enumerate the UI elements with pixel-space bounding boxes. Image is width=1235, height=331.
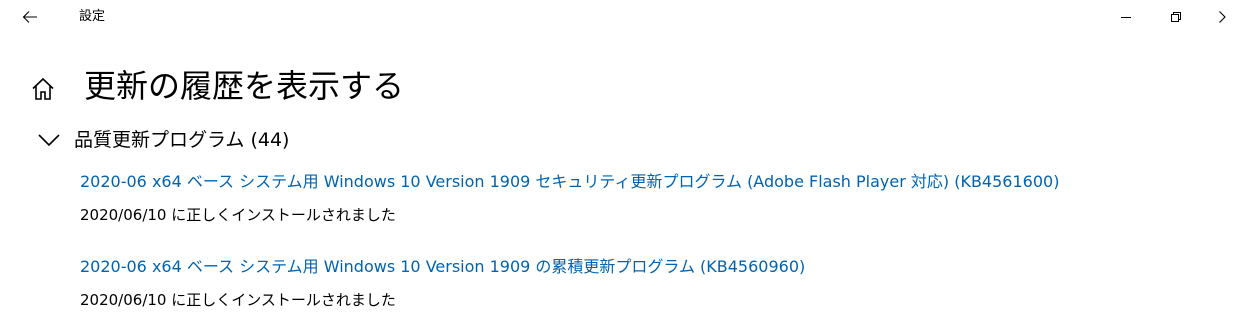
title-bar: 設定 (0, 0, 1235, 34)
minimize-icon (1121, 17, 1131, 18)
back-button[interactable] (14, 2, 46, 32)
app-title: 設定 (79, 9, 106, 24)
section-label: 品質更新プログラム (44) (74, 129, 290, 151)
chevron-down-icon (38, 134, 60, 147)
update-status: 2020/06/10 に正しくインストールされました (80, 291, 396, 309)
update-link[interactable]: 2020-06 x64 ベース システム用 Windows 10 Version… (80, 171, 1059, 193)
restore-button[interactable] (1153, 0, 1199, 34)
more-button[interactable] (1208, 0, 1235, 34)
restore-icon (1171, 12, 1181, 22)
list-item: 2020-06 x64 ベース システム用 Windows 10 Version… (80, 171, 1059, 225)
minimize-button[interactable] (1103, 0, 1149, 34)
page-title: 更新の履歴を表示する (84, 67, 405, 105)
update-link[interactable]: 2020-06 x64 ベース システム用 Windows 10 Version… (80, 256, 805, 278)
arrow-left-icon (22, 11, 37, 23)
home-icon[interactable] (30, 76, 56, 102)
list-item: 2020-06 x64 ベース システム用 Windows 10 Version… (80, 256, 805, 310)
chevron-right-icon (1218, 11, 1226, 23)
settings-window: 設定 更新の履歴を表示する 品質更新プログラム (44) 2020-06 x64… (0, 0, 1235, 331)
update-status: 2020/06/10 に正しくインストールされました (80, 206, 396, 224)
quality-updates-expander[interactable]: 品質更新プログラム (44) (36, 126, 289, 154)
